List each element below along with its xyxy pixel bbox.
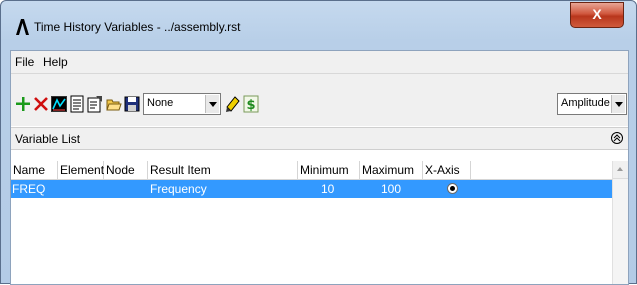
column-header-x-axis[interactable]: X-Axis bbox=[423, 161, 471, 179]
list-icon[interactable] bbox=[69, 95, 85, 113]
display-mode-select[interactable]: Amplitude bbox=[557, 93, 627, 115]
variable-table: Name Element Node Result Item Minimum Ma… bbox=[11, 151, 628, 284]
ansys-logo-icon bbox=[16, 19, 29, 35]
open-folder-icon[interactable] bbox=[106, 95, 122, 113]
table-header: Name Element Node Result Item Minimum Ma… bbox=[11, 161, 612, 180]
svg-text:$: $ bbox=[246, 98, 255, 113]
menu-help[interactable]: Help bbox=[43, 55, 68, 69]
dollar-icon[interactable]: $ bbox=[243, 95, 259, 113]
column-header-name[interactable]: Name bbox=[11, 161, 58, 179]
calculator-icon[interactable] bbox=[225, 95, 241, 113]
close-button[interactable]: X bbox=[570, 2, 624, 28]
graph-icon[interactable] bbox=[51, 95, 67, 113]
x-axis-radio[interactable] bbox=[447, 183, 458, 194]
title-bar[interactable]: Time History Variables - ../assembly.rst… bbox=[1, 1, 636, 49]
toolbar: None $ Amplitude bbox=[11, 74, 628, 126]
cell-maximum: 100 bbox=[381, 182, 402, 196]
collapse-icon[interactable] bbox=[611, 132, 623, 144]
properties-icon[interactable] bbox=[87, 95, 103, 113]
delete-variable-icon[interactable] bbox=[33, 95, 49, 113]
menu-file[interactable]: File bbox=[15, 55, 34, 69]
cell-name: FREQ bbox=[12, 182, 46, 196]
cell-result-item: Frequency bbox=[150, 182, 207, 196]
display-mode-value: Amplitude bbox=[561, 97, 610, 109]
column-header-minimum[interactable]: Minimum bbox=[298, 161, 360, 179]
client-area: File Help None $ Amplitude Variable List… bbox=[10, 50, 629, 285]
window-frame: Time History Variables - ../assembly.rst… bbox=[0, 0, 637, 285]
variable-select[interactable]: None bbox=[143, 93, 221, 115]
cell-minimum: 10 bbox=[321, 182, 335, 196]
variable-list-header: Variable List bbox=[11, 127, 628, 150]
save-icon[interactable] bbox=[124, 95, 140, 113]
vertical-scrollbar[interactable] bbox=[612, 161, 628, 284]
menu-bar: File Help bbox=[11, 51, 628, 74]
column-header-maximum[interactable]: Maximum bbox=[360, 161, 423, 179]
column-header-node[interactable]: Node bbox=[104, 161, 148, 179]
window-title: Time History Variables - ../assembly.rst bbox=[34, 20, 241, 34]
variable-select-value: None bbox=[147, 97, 174, 109]
column-header-element[interactable]: Element bbox=[58, 161, 104, 179]
column-header-result-item[interactable]: Result Item bbox=[148, 161, 298, 179]
chevron-down-icon[interactable] bbox=[611, 95, 625, 113]
scroll-up-icon[interactable] bbox=[613, 161, 628, 179]
add-variable-icon[interactable] bbox=[15, 95, 31, 113]
chevron-down-icon[interactable] bbox=[205, 95, 219, 113]
variable-list-title: Variable List bbox=[15, 132, 81, 146]
table-row[interactable]: FREQ Frequency 10 100 bbox=[11, 180, 612, 198]
